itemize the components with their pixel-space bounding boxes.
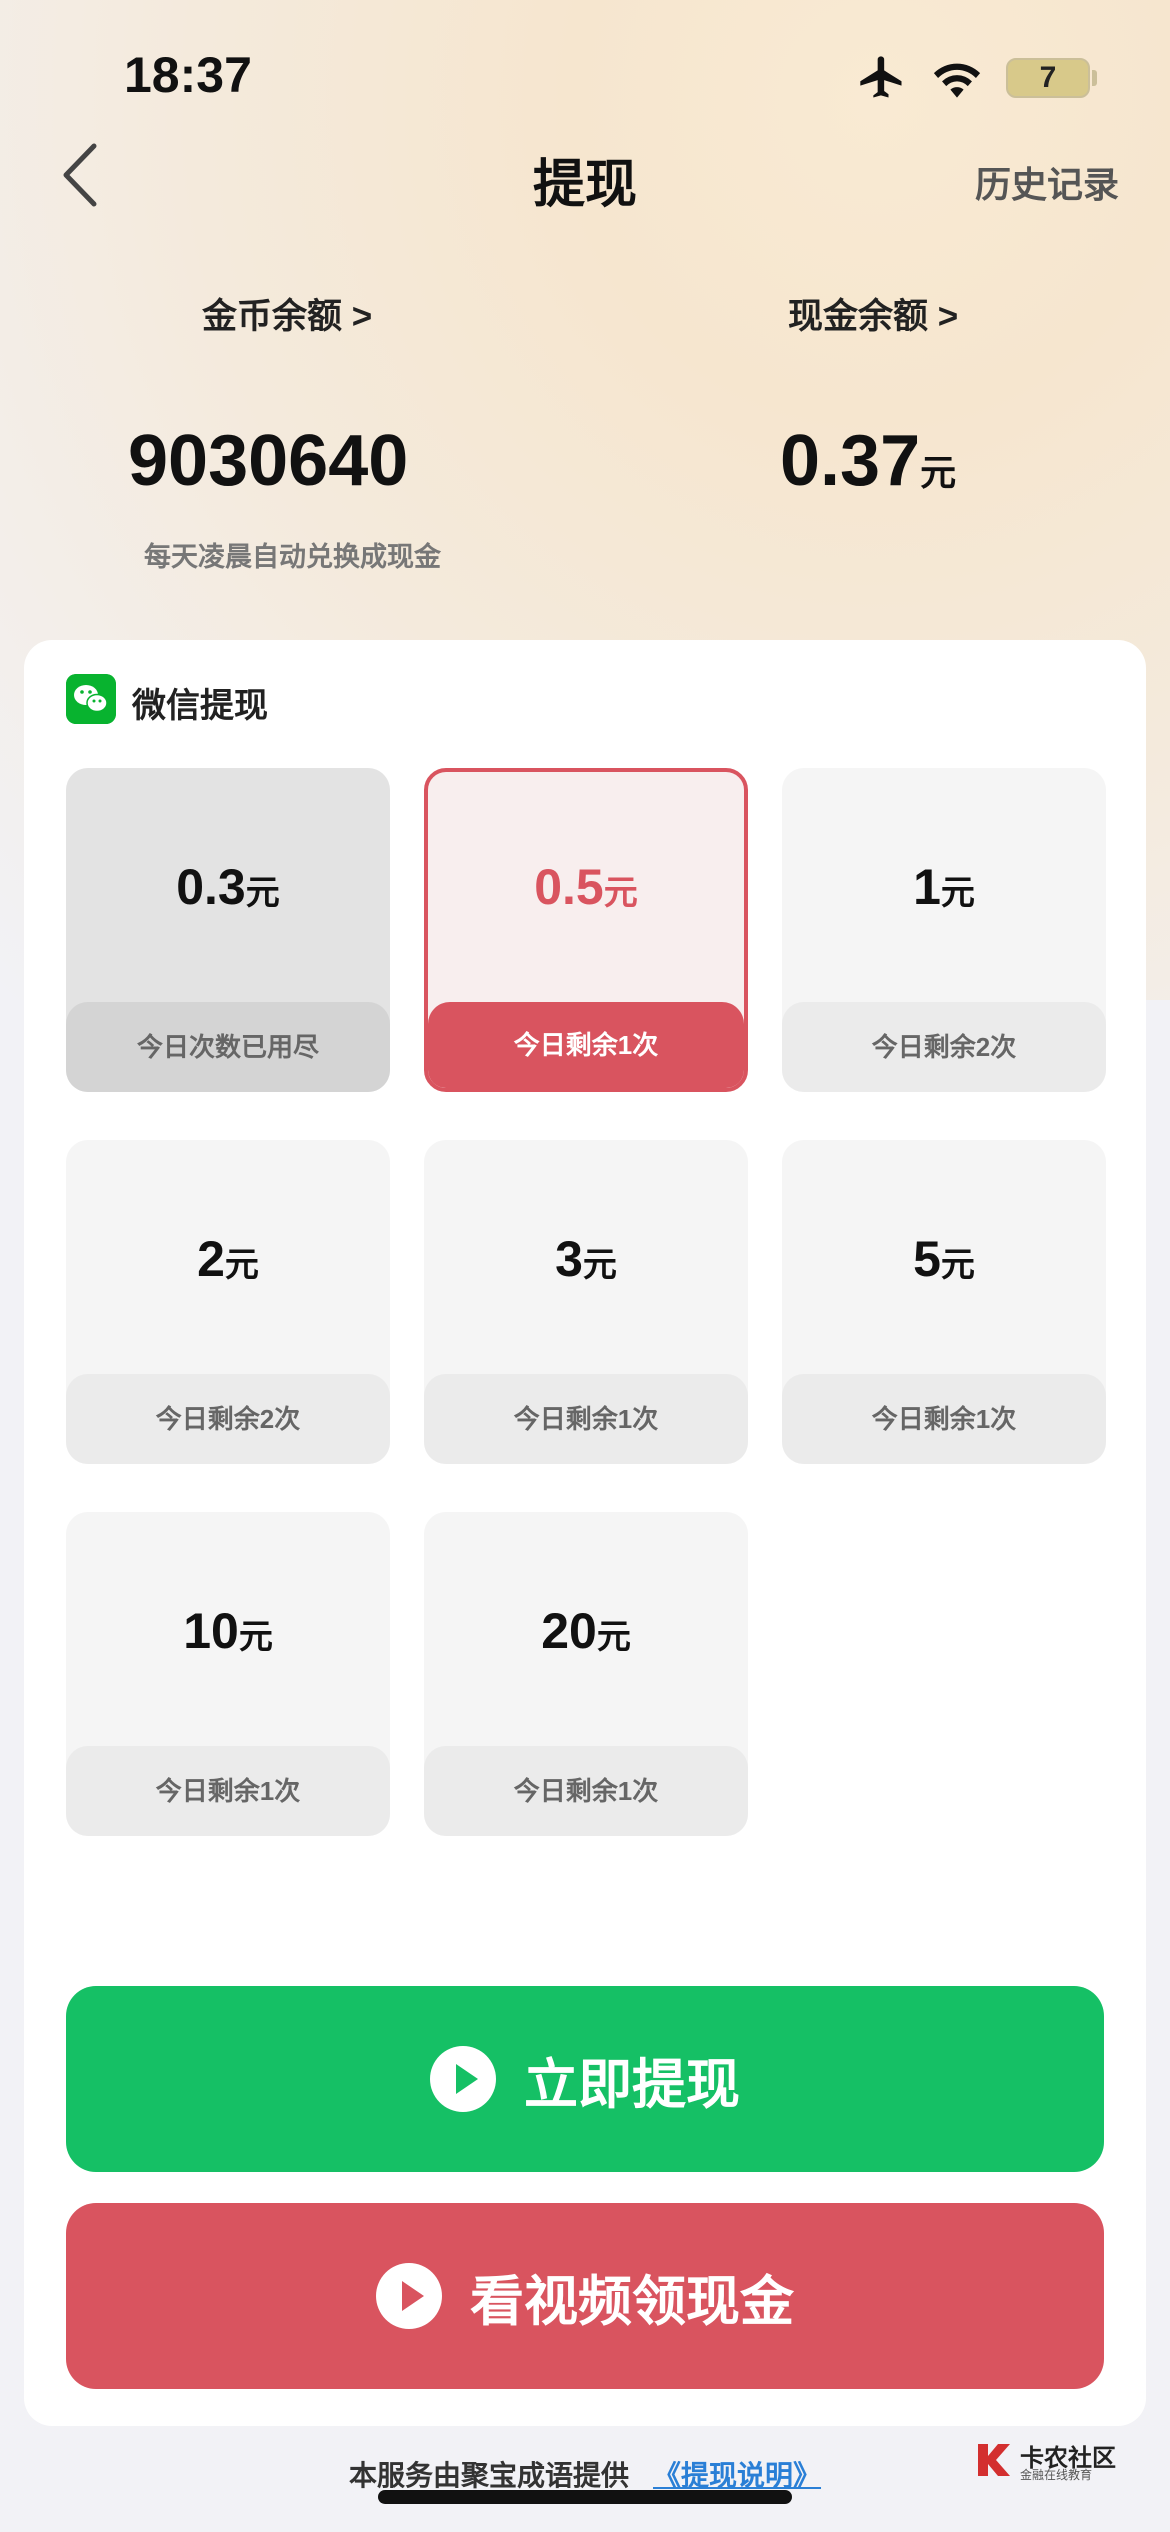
amount-unit: 元	[940, 874, 975, 912]
remaining-count: 今日剩余2次	[66, 1374, 390, 1464]
amount-number: 0.3	[176, 859, 246, 915]
amount-value: 3元	[424, 1230, 748, 1288]
watermark: 卡农社区 金融在线教育	[970, 2438, 1160, 2488]
remaining-count: 今日剩余1次	[424, 1746, 748, 1836]
amount-value: 1元	[782, 858, 1106, 916]
remaining-count: 今日剩余1次	[66, 1746, 390, 1836]
footer-text: 本服务由聚宝成语提供	[348, 2460, 629, 2491]
amount-number: 1	[913, 859, 941, 915]
amount-option[interactable]: 2元今日剩余2次	[66, 1140, 390, 1464]
withdraw-instructions-link[interactable]: 《提现说明》	[653, 2460, 821, 2491]
amount-number: 0.5	[534, 859, 604, 915]
amount-unit: 元	[238, 1618, 273, 1656]
amount-option[interactable]: 0.3元今日次数已用尽	[66, 768, 390, 1092]
amount-value: 0.3元	[66, 858, 390, 916]
home-indicator[interactable]	[378, 2490, 792, 2504]
amount-option[interactable]: 10元今日剩余1次	[66, 1512, 390, 1836]
amount-value: 20元	[424, 1602, 748, 1660]
remaining-count: 今日剩余2次	[782, 1002, 1106, 1092]
amount-option[interactable]: 3元今日剩余1次	[424, 1140, 748, 1464]
history-link[interactable]: 历史记录	[975, 156, 1119, 208]
cash-amount: 0.37	[780, 421, 921, 501]
kanong-logo-icon	[978, 2444, 1010, 2476]
cash-balance-value: 0.37元	[780, 420, 956, 502]
amount-unit: 元	[582, 1246, 617, 1284]
amount-number: 5	[913, 1231, 941, 1287]
watermark-sub: 金融在线教育	[1020, 2468, 1093, 2482]
amount-unit: 元	[603, 874, 638, 912]
amount-option[interactable]: 1元今日剩余2次	[782, 768, 1106, 1092]
airplane-mode-icon	[860, 56, 902, 98]
amount-value: 0.5元	[428, 858, 744, 916]
coins-note: 每天凌晨自动兑换成现金	[144, 542, 441, 572]
remaining-count: 今日剩余1次	[782, 1374, 1106, 1464]
withdraw-now-button[interactable]: 立即提现	[66, 1986, 1104, 2172]
amount-number: 2	[197, 1231, 225, 1287]
play-icon	[430, 2046, 496, 2112]
wechat-withdraw-label: 微信提现	[132, 687, 268, 725]
amount-value: 10元	[66, 1602, 390, 1660]
coins-balance-value: 9030640	[128, 421, 409, 501]
amount-option[interactable]: 20元今日剩余1次	[424, 1512, 748, 1836]
cash-unit: 元	[920, 452, 957, 493]
remaining-count: 今日次数已用尽	[66, 1002, 390, 1092]
amount-value: 2元	[66, 1230, 390, 1288]
amount-number: 10	[183, 1603, 239, 1659]
watch-video-label: 看视频领现金	[470, 2271, 794, 2332]
amount-option[interactable]: 0.5元今日剩余1次	[424, 768, 748, 1092]
battery-indicator: 7	[1006, 58, 1090, 98]
withdraw-now-label: 立即提现	[524, 2054, 740, 2115]
coins-balance-link[interactable]: 金币余额 >	[202, 288, 372, 339]
amount-number: 20	[541, 1603, 597, 1659]
amount-option[interactable]: 5元今日剩余1次	[782, 1140, 1106, 1464]
amount-unit: 元	[940, 1246, 975, 1284]
play-icon	[376, 2263, 442, 2329]
amount-unit: 元	[245, 874, 280, 912]
amount-value: 5元	[782, 1230, 1106, 1288]
wechat-icon	[66, 674, 116, 724]
remaining-count: 今日剩余1次	[424, 1374, 748, 1464]
watch-video-button[interactable]: 看视频领现金	[66, 2203, 1104, 2389]
wifi-icon	[933, 63, 981, 98]
status-time: 18:37	[124, 47, 252, 103]
battery-tip	[1092, 70, 1097, 86]
cash-balance-link[interactable]: 现金余额 >	[788, 288, 958, 339]
amount-unit: 元	[596, 1618, 631, 1656]
amount-unit: 元	[224, 1246, 259, 1284]
amount-number: 3	[555, 1231, 583, 1287]
remaining-count: 今日剩余1次	[428, 1002, 744, 1088]
